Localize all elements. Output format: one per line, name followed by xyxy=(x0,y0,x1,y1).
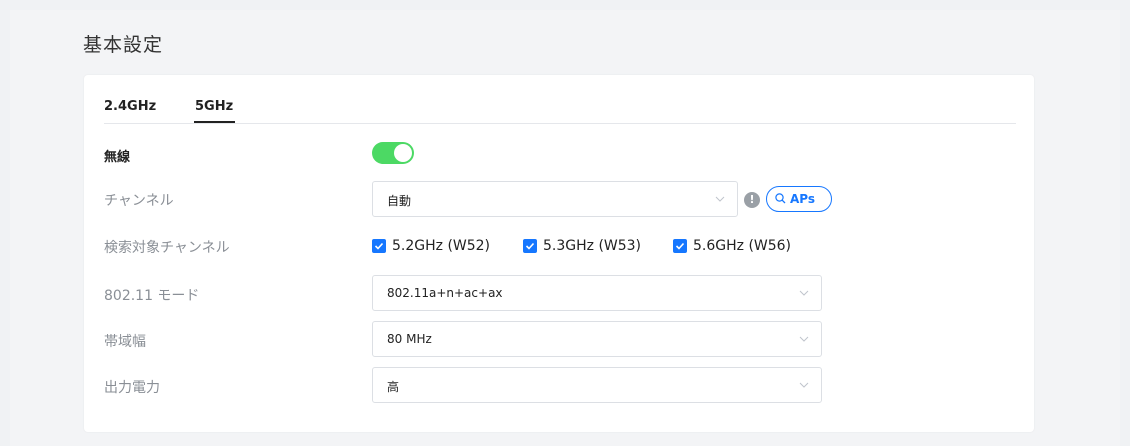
chevron-down-icon xyxy=(799,382,809,388)
wireless-label: 無線 xyxy=(104,150,131,165)
aps-button-label: APs xyxy=(790,192,816,206)
search-icon xyxy=(775,193,786,204)
checkbox-checked-icon xyxy=(673,239,687,253)
channel-select-value: 自動 xyxy=(387,194,412,208)
tx-power-label: 出力電力 xyxy=(104,380,160,396)
search-channels-label: 検索対象チャンネル xyxy=(104,240,230,256)
page-title: 基本設定 xyxy=(83,34,164,56)
checkbox-w52-label: 5.2GHz (W52) xyxy=(392,238,491,254)
chevron-down-icon xyxy=(799,336,809,342)
toggle-knob xyxy=(394,144,412,162)
channel-select[interactable]: 自動 xyxy=(372,181,738,217)
bandwidth-select[interactable]: 80 MHz xyxy=(372,321,822,357)
bandwidth-select-value: 80 MHz xyxy=(387,332,432,346)
mode-label: 802.11 モード xyxy=(104,288,200,304)
settings-card: 2.4GHz 5GHz 無線 チャンネル 自動 ! APs 検索対象チャンネル … xyxy=(84,75,1034,432)
band-tabs: 2.4GHz 5GHz xyxy=(104,99,1016,124)
checkbox-w56-label: 5.6GHz (W56) xyxy=(693,238,792,254)
chevron-down-icon xyxy=(715,196,725,202)
chevron-down-icon xyxy=(799,290,809,296)
mode-select-value: 802.11a+n+ac+ax xyxy=(387,286,503,300)
checkbox-w53-label: 5.3GHz (W53) xyxy=(543,238,642,254)
tab-5ghz[interactable]: 5GHz xyxy=(193,99,236,123)
wireless-toggle[interactable] xyxy=(372,142,414,164)
channel-label: チャンネル xyxy=(104,193,174,209)
mode-select[interactable]: 802.11a+n+ac+ax xyxy=(372,275,822,311)
checkbox-checked-icon xyxy=(372,239,386,253)
tx-power-select[interactable]: 高 xyxy=(372,367,822,403)
exclamation-icon[interactable]: ! xyxy=(744,192,760,208)
scan-aps-button[interactable]: APs xyxy=(766,186,832,212)
tx-power-select-value: 高 xyxy=(387,380,400,394)
tab-2-4ghz[interactable]: 2.4GHz xyxy=(104,99,156,114)
checkbox-checked-icon xyxy=(523,239,537,253)
bandwidth-label: 帯域幅 xyxy=(104,334,146,350)
